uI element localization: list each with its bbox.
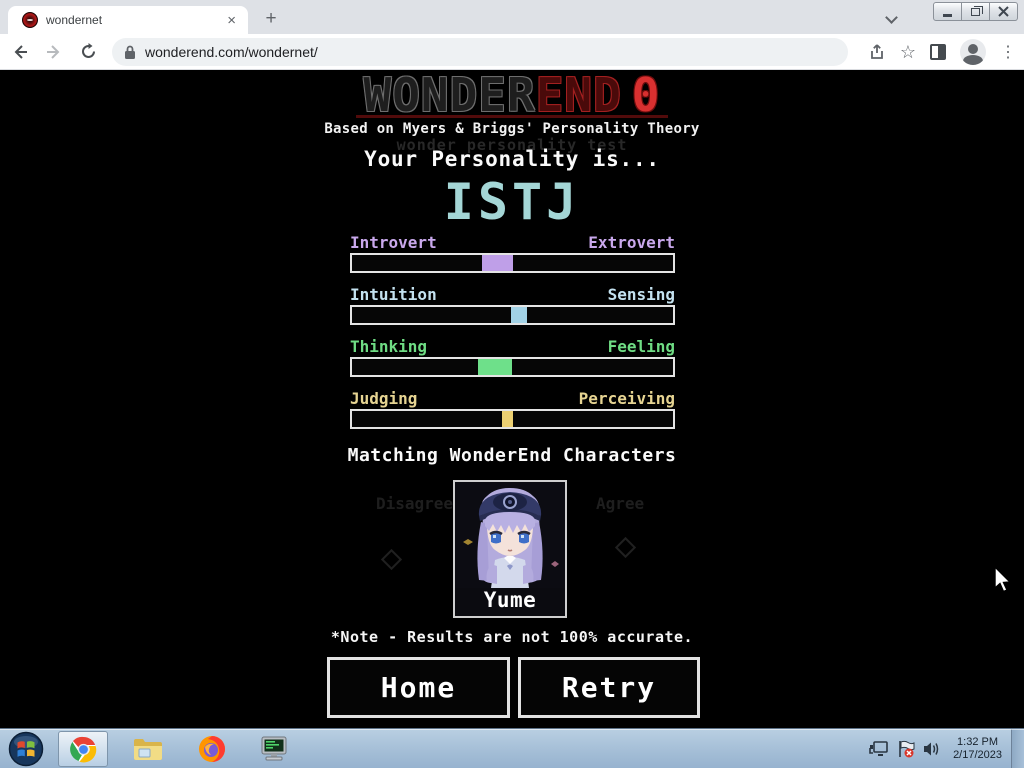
ghost-diamond-shape <box>380 548 403 571</box>
intuition-sensing-bar <box>350 305 675 325</box>
show-desktop-button[interactable] <box>1011 729 1024 768</box>
logo-underline <box>356 115 668 118</box>
feeling-label: Feeling <box>607 337 675 356</box>
network-icon[interactable] <box>869 740 889 758</box>
thinking-feeling-labels: Thinking Feeling <box>350 337 675 356</box>
share-icon[interactable] <box>868 43 886 61</box>
taskbar-chrome-button[interactable] <box>58 731 108 767</box>
window-controls <box>933 2 1018 21</box>
taskbar-clock[interactable]: 1:32 PM 2/17/2023 <box>953 736 1002 762</box>
yume-character-illustration <box>455 482 565 588</box>
matching-characters-heading: Matching WonderEnd Characters <box>347 445 677 466</box>
close-icon <box>998 6 1009 17</box>
minimize-icon <box>943 14 952 17</box>
volume-icon[interactable] <box>922 740 941 758</box>
slider-marker <box>482 255 513 271</box>
start-button[interactable] <box>4 731 48 767</box>
ghost-agree-text: Agree <box>596 494 645 513</box>
introvert-extrovert-labels: Introvert Extrovert <box>350 233 675 252</box>
chrome-icon <box>69 736 96 762</box>
taskbar-terminal-button[interactable] <box>254 731 294 767</box>
profile-avatar-icon[interactable] <box>960 39 986 65</box>
slider-marker <box>502 411 513 427</box>
side-panel-icon[interactable] <box>930 44 946 60</box>
subtitle-text: Based on Myers & Briggs' Personality The… <box>324 121 700 137</box>
slider-marker <box>478 359 512 375</box>
system-tray: 1:32 PM 2/17/2023 <box>869 729 1002 768</box>
action-center-flag-icon[interactable] <box>896 740 915 758</box>
ghost-disagree-text: Disagree <box>376 494 454 513</box>
back-button[interactable] <box>6 38 34 66</box>
windows-taskbar: 1:32 PM 2/17/2023 <box>0 728 1024 768</box>
introvert-label: Introvert <box>350 233 437 252</box>
computer-monitor-icon <box>261 736 287 761</box>
new-tab-button[interactable]: + <box>258 7 284 33</box>
personality-result: ISTJ <box>443 173 581 231</box>
firefox-icon <box>199 736 225 762</box>
browser-toolbar: wonderend.com/wondernet/ ☆ ⋮ <box>0 34 1024 70</box>
tab-title: wondernet <box>46 13 103 27</box>
clock-time: 1:32 PM <box>957 736 999 748</box>
judging-label: Judging <box>350 389 418 408</box>
url-text: wonderend.com/wondernet/ <box>145 44 318 60</box>
folder-icon <box>134 739 162 760</box>
mouse-cursor <box>994 566 1012 593</box>
introvert-extrovert-bar <box>350 253 675 273</box>
character-name: Yume <box>483 588 537 612</box>
home-button[interactable]: Home <box>327 657 510 718</box>
clock-date: 2/17/2023 <box>953 749 1002 761</box>
forward-button[interactable] <box>40 38 68 66</box>
screen: wondernet × + wonderend.com/wondernet/ ☆… <box>0 0 1024 768</box>
site-favicon-icon <box>22 12 38 28</box>
restore-icon <box>971 5 983 16</box>
window-minimize-button[interactable] <box>933 2 962 21</box>
retry-button[interactable]: Retry <box>518 657 700 718</box>
browser-menu-icon[interactable]: ⋮ <box>1000 42 1016 62</box>
extrovert-label: Extrovert <box>588 233 675 252</box>
taskbar-firefox-button[interactable] <box>192 731 232 767</box>
browser-tab[interactable]: wondernet × <box>8 6 248 34</box>
tab-search-chevron-down-icon[interactable] <box>886 12 896 22</box>
character-card-yume: Yume <box>453 480 567 618</box>
browser-tab-strip: wondernet × + <box>0 0 1024 34</box>
reload-icon <box>81 43 95 58</box>
reload-button[interactable] <box>74 38 102 66</box>
windows-start-icon <box>8 731 44 767</box>
intuition-sensing-labels: Intuition Sensing <box>350 285 675 304</box>
taskbar-explorer-button[interactable] <box>128 731 168 767</box>
judging-perceiving-labels: Judging Perceiving <box>350 389 675 408</box>
intuition-label: Intuition <box>350 285 437 304</box>
toolbar-right-icons: ☆ ⋮ <box>868 38 1016 66</box>
address-bar[interactable]: wonderend.com/wondernet/ <box>112 38 848 66</box>
lock-icon <box>125 45 135 59</box>
window-close-button[interactable] <box>989 2 1018 21</box>
tab-close-icon[interactable]: × <box>223 12 240 29</box>
page-viewport: wonder personality test Disagree Agree W… <box>0 70 1024 728</box>
sensing-label: Sensing <box>607 285 675 304</box>
ghost-diamond-shape <box>614 536 637 559</box>
forward-arrow-icon <box>47 44 60 59</box>
bookmark-star-icon[interactable]: ☆ <box>900 42 916 63</box>
thinking-label: Thinking <box>350 337 428 356</box>
thinking-feeling-bar <box>350 357 675 377</box>
judging-perceiving-bar <box>350 409 675 429</box>
window-restore-button[interactable] <box>961 2 990 21</box>
perceiving-label: Perceiving <box>578 389 675 408</box>
slider-marker <box>511 307 527 323</box>
accuracy-note: *Note - Results are not 100% accurate. <box>330 628 694 646</box>
back-arrow-icon <box>14 44 27 59</box>
result-heading: Your Personality is... <box>364 147 660 171</box>
